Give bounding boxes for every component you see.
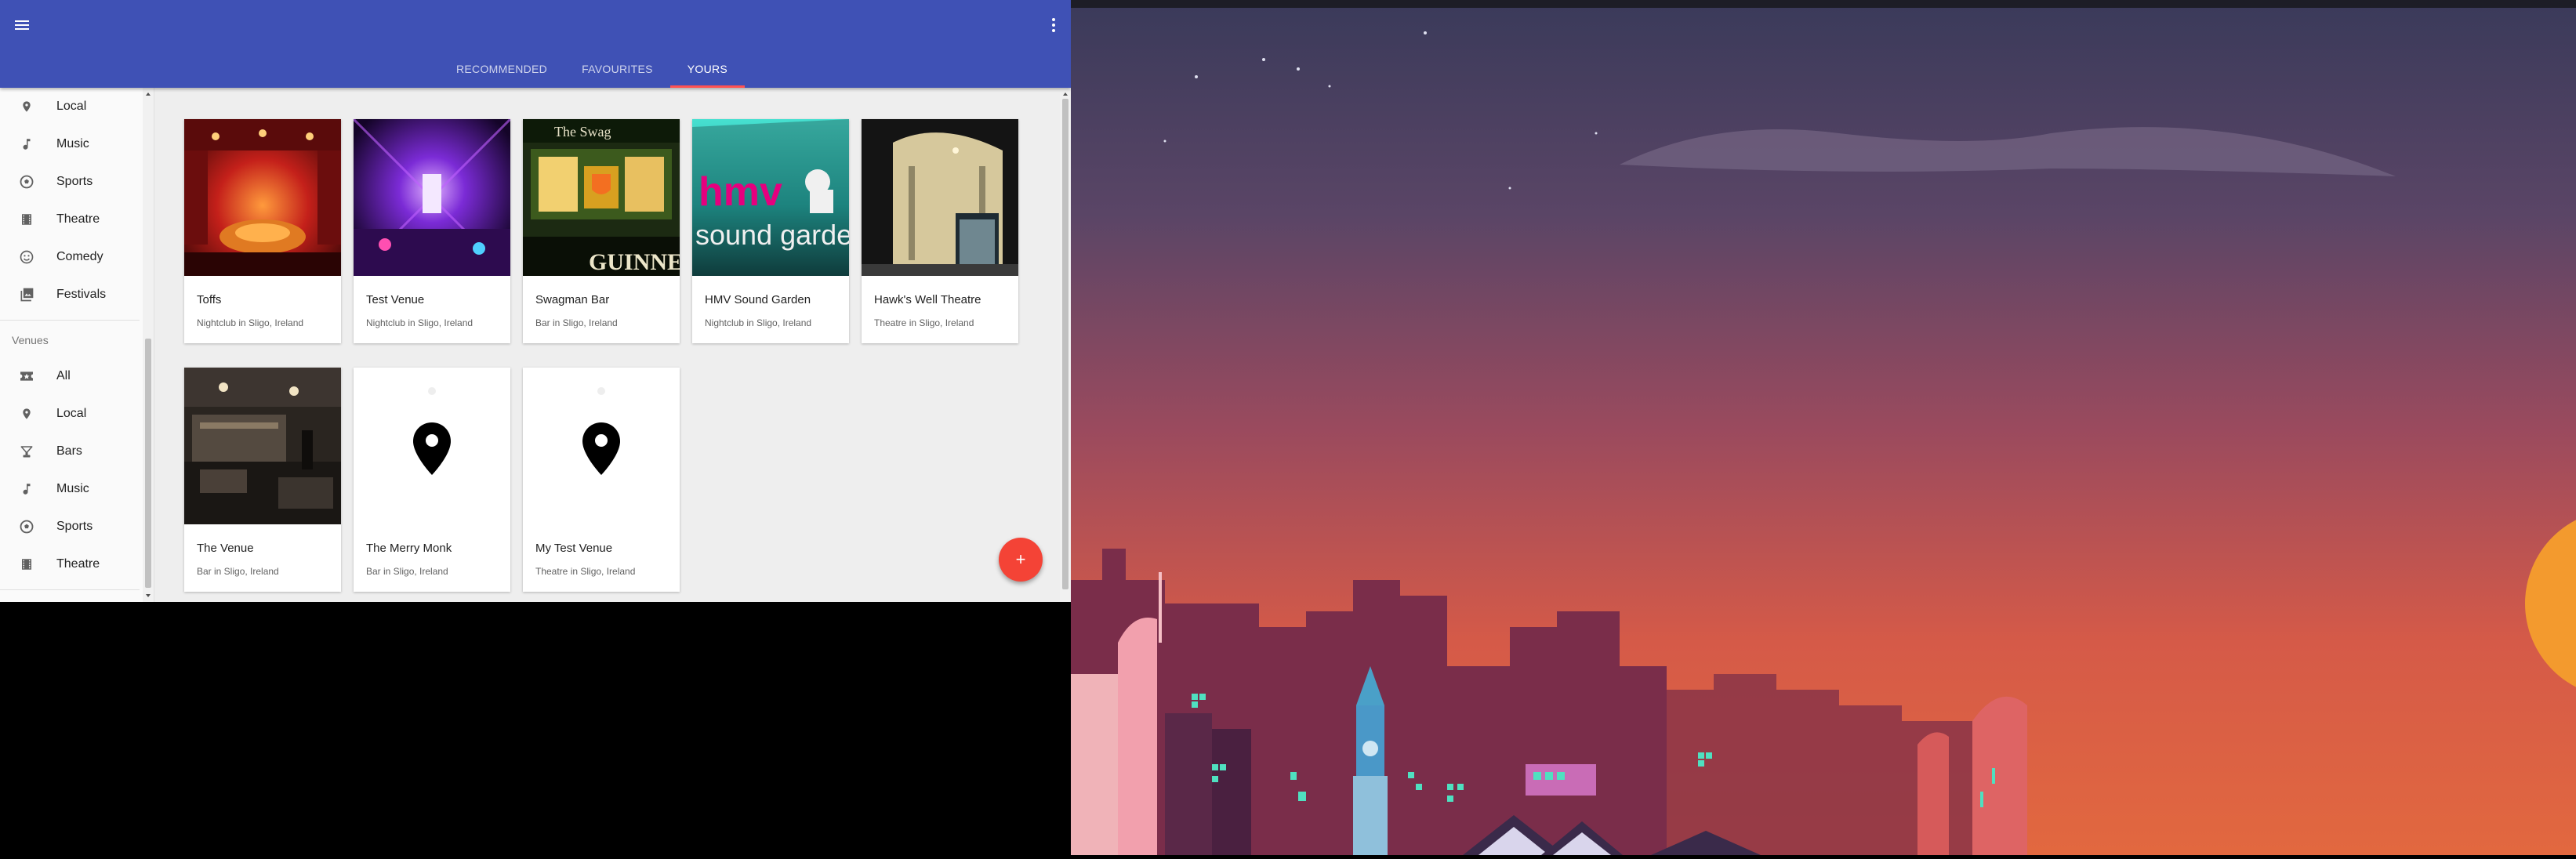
hamburger-menu-icon xyxy=(15,20,29,30)
venue-card-swagman-bar[interactable]: The Swag GUINNES Swagman Bar Bar in Slig… xyxy=(523,119,680,343)
theatre-film-icon xyxy=(17,555,36,574)
venue-photo: The Swag GUINNES xyxy=(523,119,680,276)
venue-card-the-merry-monk[interactable]: The Merry Monk Bar in Sligo, Ireland xyxy=(354,368,510,592)
venue-card-my-test-venue[interactable]: My Test Venue Theatre in Sligo, Ireland xyxy=(523,368,680,592)
sidebar-scrollbar[interactable] xyxy=(143,88,154,602)
soccer-ball-icon xyxy=(17,172,36,191)
sidebar-item-venues-music[interactable]: Music xyxy=(0,472,140,506)
sidebar-item-venues-bars[interactable]: Bars xyxy=(0,434,140,469)
more-vert-icon xyxy=(1052,18,1055,32)
venue-subtitle: Nightclub in Sligo, Ireland xyxy=(366,317,473,328)
photo-library-icon xyxy=(17,285,36,304)
sidebar-item-venues-theatre[interactable]: Theatre xyxy=(0,547,140,582)
venue-photo xyxy=(184,368,341,524)
swagman-guinness-text: GUINNES xyxy=(589,249,680,275)
venue-name: Test Venue xyxy=(366,293,425,306)
sidebar-item-venues-local[interactable]: Local xyxy=(0,397,140,431)
venue-subtitle: Bar in Sligo, Ireland xyxy=(535,317,618,328)
navigation-drawer: Local Music Sports Theatre Comedy Festiv… xyxy=(0,88,154,602)
venue-card-test-venue[interactable]: Test Venue Nightclub in Sligo, Ireland xyxy=(354,119,510,343)
scroll-up-arrow-icon[interactable] xyxy=(145,91,151,97)
sidebar-item-label: Music xyxy=(56,482,89,495)
venue-card-the-venue[interactable]: The Venue Bar in Sligo, Ireland xyxy=(184,368,341,592)
add-venue-button[interactable]: + xyxy=(999,538,1043,582)
app-bar: RECOMMENDED FAVOURITES YOURS xyxy=(0,0,1071,88)
more-options-button[interactable] xyxy=(1038,9,1069,41)
venue-name: The Merry Monk xyxy=(366,542,452,555)
venue-name: Swagman Bar xyxy=(535,293,610,306)
menu-button[interactable] xyxy=(6,9,38,41)
music-note-icon xyxy=(17,135,36,154)
venue-subtitle: Theatre in Sligo, Ireland xyxy=(535,566,636,577)
tab-favourites[interactable]: FAVOURITES xyxy=(564,50,670,88)
sidebar-item-label: Comedy xyxy=(56,250,103,263)
theatre-film-icon xyxy=(17,210,36,229)
venue-name: My Test Venue xyxy=(535,542,613,555)
venue-subtitle: Nightclub in Sligo, Ireland xyxy=(705,317,812,328)
venue-name: Toffs xyxy=(197,293,222,306)
sidebar-item-events-local[interactable]: Local xyxy=(0,89,140,124)
main-scrollbar-thumb[interactable] xyxy=(1062,99,1068,589)
venue-photo: hmv sound garden xyxy=(692,119,849,276)
ticket-icon xyxy=(17,367,36,386)
tab-recommended[interactable]: RECOMMENDED xyxy=(439,50,564,88)
sidebar-item-venues-sports[interactable]: Sports xyxy=(0,509,140,544)
sidebar-divider xyxy=(0,589,140,590)
venue-photo-placeholder xyxy=(354,368,510,524)
sidebar-item-label: Theatre xyxy=(56,557,100,571)
add-icon: + xyxy=(1015,549,1026,569)
sidebar-item-label: Local xyxy=(56,407,87,420)
location-pin-icon xyxy=(17,97,36,116)
scroll-down-arrow-icon[interactable] xyxy=(145,593,151,599)
venue-name: Hawk's Well Theatre xyxy=(874,293,981,306)
venue-photo xyxy=(354,119,510,276)
scroll-up-arrow-icon[interactable] xyxy=(1062,91,1068,97)
venue-photo xyxy=(184,119,341,276)
sidebar-subheader-venues: Venues xyxy=(12,334,49,346)
main-scrollbar[interactable] xyxy=(1060,88,1071,602)
sidebar-item-venues-all[interactable]: All xyxy=(0,359,140,393)
sidebar-item-label: Theatre xyxy=(56,212,100,226)
sidebar-scrollbar-thumb[interactable] xyxy=(145,339,151,588)
sidebar-item-events-music[interactable]: Music xyxy=(0,127,140,161)
smiley-face-icon xyxy=(17,248,36,266)
sidebar-divider xyxy=(0,320,140,321)
soccer-ball-icon xyxy=(17,517,36,536)
sidebar-item-label: Sports xyxy=(56,175,93,188)
venue-subtitle: Bar in Sligo, Ireland xyxy=(366,566,448,577)
venue-card-hawks-well-theatre[interactable]: Hawk's Well Theatre Theatre in Sligo, Ir… xyxy=(862,119,1018,343)
location-pin-icon xyxy=(17,404,36,423)
venue-card-toffs[interactable]: Toffs Nightclub in Sligo, Ireland xyxy=(184,119,341,343)
venue-photo xyxy=(862,119,1018,276)
sidebar-item-label: Festivals xyxy=(56,288,107,301)
sidebar-item-events-comedy[interactable]: Comedy xyxy=(0,240,140,274)
sidebar-item-events-theatre[interactable]: Theatre xyxy=(0,202,140,237)
venue-subtitle: Bar in Sligo, Ireland xyxy=(197,566,279,577)
venue-subtitle: Nightclub in Sligo, Ireland xyxy=(197,317,304,328)
venue-name: The Venue xyxy=(197,542,254,555)
tab-yours[interactable]: YOURS xyxy=(669,50,746,88)
venue-subtitle: Theatre in Sligo, Ireland xyxy=(874,317,974,328)
venue-card-hmv-sound-garden[interactable]: hmv sound garden HMV Sound Garden Nightc… xyxy=(692,119,849,343)
sidebar-item-label: Music xyxy=(56,137,89,150)
desktop-wallpaper xyxy=(1071,0,2576,855)
cocktail-glass-icon xyxy=(17,442,36,461)
hmv-logo-text: hmv xyxy=(698,169,782,215)
tab-bar: RECOMMENDED FAVOURITES YOURS xyxy=(439,50,746,88)
venue-grid: Toffs Nightclub in Sligo, Ireland Test V… xyxy=(154,88,1071,602)
music-note-icon xyxy=(17,480,36,498)
sidebar-item-label: All xyxy=(56,369,71,382)
venue-photo-placeholder xyxy=(523,368,680,524)
sidebar-item-label: Bars xyxy=(56,444,82,458)
app-window: RECOMMENDED FAVOURITES YOURS Local Music… xyxy=(0,0,1071,602)
venue-name: HMV Sound Garden xyxy=(705,293,811,306)
sidebar-item-events-sports[interactable]: Sports xyxy=(0,165,140,199)
sidebar-item-label: Sports xyxy=(56,520,93,533)
swagman-sign-text: The Swag xyxy=(554,124,611,140)
sidebar-item-events-festivals[interactable]: Festivals xyxy=(0,277,140,312)
sound-garden-text: sound garden xyxy=(695,219,849,251)
sidebar-item-label: Local xyxy=(56,100,87,113)
